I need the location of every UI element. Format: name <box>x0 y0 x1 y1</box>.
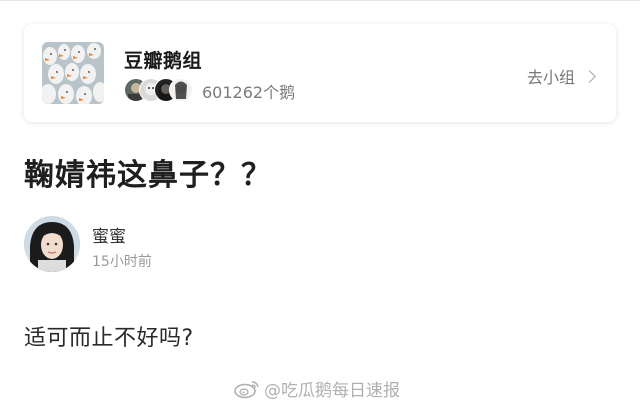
watermark-text: @吃瓜鹅每日速报 <box>264 381 400 401</box>
post-title: 鞠婧祎这鼻子？？ <box>24 158 272 193</box>
author-avatar[interactable] <box>24 216 80 272</box>
author-name[interactable]: 蜜蜜 <box>92 222 126 247</box>
go-to-group-label[interactable]: 去小组 <box>527 64 575 88</box>
chevron-right-icon[interactable] <box>583 69 596 83</box>
post-page: 豆瓣鹅组 601262个鹅 去小组 鞠婧祎这鼻子？？ 蜜蜜 15小时前 适可而止… <box>0 0 640 404</box>
member-avatar <box>169 78 193 102</box>
weibo-icon <box>234 380 259 398</box>
watermark: @吃瓜鹅每日速报 <box>234 376 400 401</box>
go-to-group-link[interactable]: 去小组 <box>527 64 596 88</box>
post-body: 适可而止不好吗? <box>24 326 194 351</box>
group-name[interactable]: 豆瓣鹅组 <box>124 46 202 73</box>
top-divider <box>0 0 640 1</box>
group-card[interactable]: 豆瓣鹅组 601262个鹅 去小组 <box>24 24 616 122</box>
post-time: 15小时前 <box>92 254 152 270</box>
group-thumbnail <box>42 42 104 104</box>
member-count: 601262个鹅 <box>202 83 296 102</box>
